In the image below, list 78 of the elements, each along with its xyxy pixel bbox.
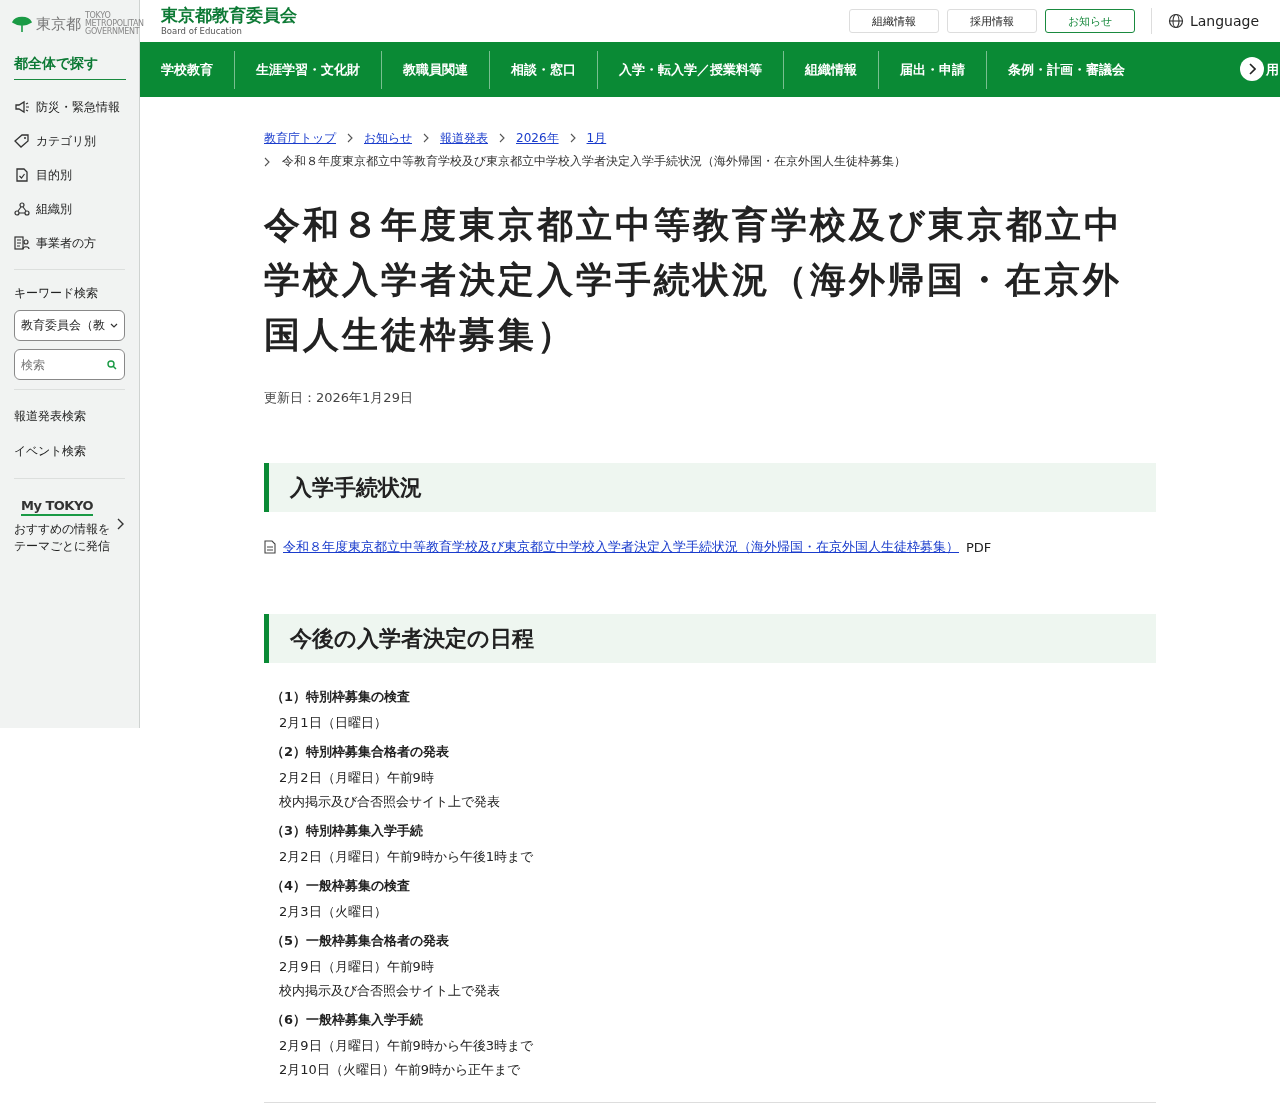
breadcrumb-chevron-icon <box>347 133 353 143</box>
schedule-text: 2月2日（月曜日）午前9時から午後1時まで <box>278 848 535 866</box>
nav-item[interactable]: 組織情報 <box>783 50 878 89</box>
scope-dropdown[interactable]: 教育委員会（教 <box>14 310 125 341</box>
sidebar-item[interactable]: カテゴリ別 <box>0 124 139 158</box>
nav-scroll-button[interactable] <box>1240 57 1264 81</box>
schedule-text: 校内掲示及び合否照会サイト上で発表 <box>278 982 501 1000</box>
tag-icon <box>14 134 30 148</box>
schedule-text: 2月3日（火曜日） <box>278 903 388 921</box>
breadcrumb-chevron-icon <box>499 133 505 143</box>
schedule-title: （4）一般枠募集の検査 <box>271 877 412 895</box>
ginkgo-leaf-icon <box>12 15 32 33</box>
mytokyo-text: テーマごとに発信 <box>14 538 110 556</box>
network-icon <box>14 202 30 216</box>
nav-item[interactable]: 生涯学習・文化財 <box>234 50 381 89</box>
chevron-right-icon <box>1248 63 1256 75</box>
document-check-icon <box>14 168 30 182</box>
schedule-text: 2月9日（月曜日）午前9時 <box>278 958 435 976</box>
nav-item[interactable]: 用 <box>1266 60 1279 79</box>
person-list-icon <box>14 236 30 250</box>
globe-icon <box>1167 13 1184 29</box>
mytokyo-text: おすすめの情報を <box>14 521 110 538</box>
breadcrumb-chevron-icon <box>423 133 429 143</box>
keyword-label: キーワード検索 <box>13 285 99 302</box>
schedule-title: （5）一般枠募集合格者の発表 <box>271 932 451 950</box>
breadcrumb-chevron-icon <box>569 133 576 143</box>
search-icon <box>107 360 117 370</box>
breadcrumb-link[interactable]: お知らせ <box>364 129 412 147</box>
header-button[interactable]: お知らせ <box>1044 9 1135 33</box>
nav-item[interactable]: 届出・申請 <box>878 50 986 89</box>
logo-subtext: METROPOLITAN <box>85 20 144 28</box>
schedule-text: 2月2日（月曜日）午前9時 <box>278 769 435 787</box>
site-subtitle: Board of Education <box>161 26 243 37</box>
search-field[interactable]: 検索 <box>14 349 125 380</box>
logo-text: 東京都 <box>36 14 81 34</box>
breadcrumb-link[interactable]: 2026年 <box>516 129 559 147</box>
breadcrumb-link[interactable]: 1月 <box>586 129 607 147</box>
schedule-title: （3）特別枠募集入学手続 <box>271 822 425 840</box>
site-title[interactable]: 東京都教育委員会 <box>161 5 297 25</box>
schedule-text: 校内掲示及び合否照会サイト上で発表 <box>278 793 501 811</box>
language-link[interactable]: Language <box>1167 13 1259 29</box>
breadcrumb-chevron-icon <box>264 156 270 167</box>
sidebar-item[interactable]: 事業者の方 <box>0 226 139 260</box>
nav-item[interactable]: 学校教育 <box>140 50 234 89</box>
sidebar-item[interactable]: 防災・緊急情報 <box>0 90 139 124</box>
header-button[interactable]: 採用情報 <box>946 9 1037 33</box>
nav-item[interactable]: 入学・転入学／授業料等 <box>597 50 783 89</box>
document-icon <box>264 540 276 554</box>
section-heading: 今後の入学者決定の日程 <box>264 614 1156 663</box>
sidebar-link[interactable]: 報道発表検索 <box>0 399 139 434</box>
megaphone-icon <box>14 100 30 114</box>
breadcrumb-current: 令和８年度東京都立中等教育学校及び東京都立中学校入学者決定入学手続状況（海外帰国・在京外国人生徒枠募集） <box>282 154 906 169</box>
sidebar-item[interactable]: 組織別 <box>0 192 139 226</box>
sidebar-link[interactable]: イベント検索 <box>0 434 139 469</box>
schedule-title: （6）一般枠募集入学手続 <box>271 1011 425 1029</box>
nav-item[interactable]: 相談・窓口 <box>489 50 597 89</box>
logo-subtext: TOKYO <box>85 12 111 20</box>
breadcrumb-link[interactable]: 報道発表 <box>440 129 488 147</box>
section-heading: 入学手続状況 <box>264 463 1156 512</box>
schedule-text: 2月10日（火曜日）午前9時から正午まで <box>278 1061 522 1079</box>
schedule-text: 2月1日（日曜日） <box>278 714 388 732</box>
mytokyo-logo[interactable]: My TOKYO <box>21 498 93 516</box>
chevron-down-icon <box>110 322 118 329</box>
header-button[interactable]: 組織情報 <box>848 9 939 33</box>
file-link[interactable]: 令和８年度東京都立中等教育学校及び東京都立中学校入学者決定入学手続状況（海外帰国・在京外国人生徒枠募集） <box>283 538 959 556</box>
page-title: 令和８年度東京都立中等教育学校及び東京都立中学校入学者決定入学手続状況（海外帰国・在京外国人生徒枠募集） <box>264 203 1124 357</box>
schedule-text: 2月9日（月曜日）午前9時から午後3時まで <box>278 1037 535 1055</box>
sidebar-heading: 都全体で探す <box>14 55 126 80</box>
nav-item[interactable]: 条例・計画・審議会 <box>986 50 1146 89</box>
schedule-title: （1）特別枠募集の検査 <box>271 688 412 706</box>
sidebar-item[interactable]: 目的別 <box>0 158 139 192</box>
logo-subtext: GOVERNMENT <box>85 28 140 36</box>
nav-item[interactable]: 教職員関連 <box>381 50 489 89</box>
breadcrumb-link[interactable]: 教育庁トップ <box>264 129 336 147</box>
schedule-title: （2）特別枠募集合格者の発表 <box>271 743 451 761</box>
chevron-right-icon <box>116 517 124 530</box>
file-type: PDF <box>966 539 992 555</box>
updated-date: 更新日：2026年1月29日 <box>264 389 414 407</box>
